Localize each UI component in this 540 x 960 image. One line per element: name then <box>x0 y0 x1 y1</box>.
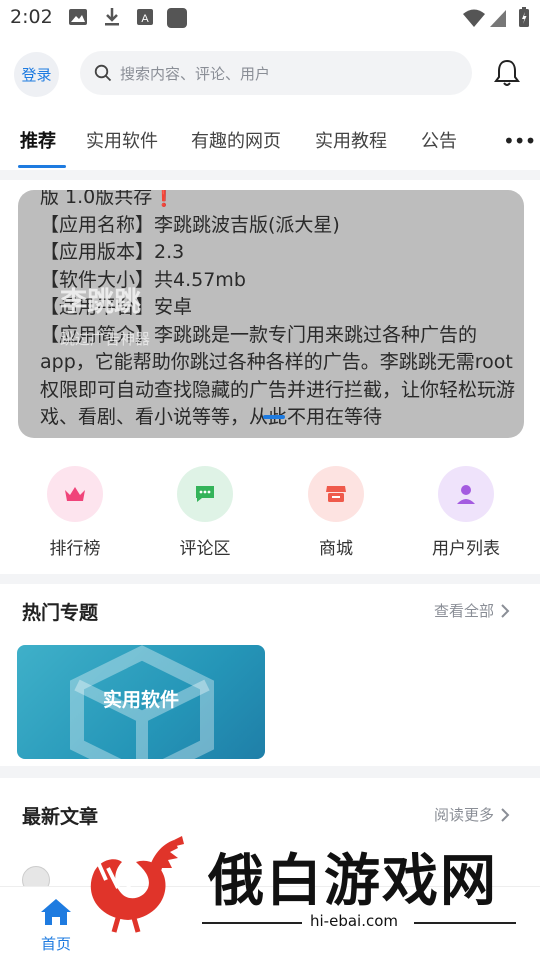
quick-action-label: 用户列表 <box>432 539 500 559</box>
active-tab-indicator <box>18 165 66 168</box>
view-all-label: 查看全部 <box>434 602 495 620</box>
users-icon-circle <box>438 466 494 522</box>
banner-line: 【应用版本】2.3 <box>40 241 185 263</box>
quick-action-label: 评论区 <box>179 539 231 559</box>
user-icon <box>457 485 475 504</box>
crown-icon <box>65 487 85 501</box>
quick-action-users[interactable]: 用户列表 <box>421 466 511 559</box>
status-time: 2:02 <box>10 6 53 28</box>
search-icon <box>94 64 112 82</box>
divider <box>0 574 540 584</box>
battery-icon <box>519 7 529 27</box>
download-icon <box>105 8 119 26</box>
banner-title: 李跳跳 <box>60 287 141 318</box>
warning-icon: ❗ <box>152 190 176 208</box>
banner-subtitle: 跳过广告神器 <box>60 330 151 348</box>
tab-tutorials[interactable]: 实用教程 <box>315 127 387 153</box>
login-button[interactable]: 登录 <box>14 52 59 97</box>
divider <box>0 170 540 180</box>
signal-icon <box>490 10 506 27</box>
comments-icon-circle <box>177 466 233 522</box>
ranking-icon-circle <box>47 466 103 522</box>
watermark-divider <box>414 922 516 924</box>
shop-icon-circle <box>308 466 364 522</box>
nav-home[interactable]: 首页 <box>30 897 82 954</box>
read-more-label: 阅读更多 <box>434 806 495 824</box>
home-icon <box>41 899 71 925</box>
status-bar: 2:02 A <box>0 0 540 38</box>
app-icon <box>167 8 187 28</box>
search-placeholder: 搜索内容、评论、用户 <box>120 64 271 83</box>
topic-card-label: 实用软件 <box>102 689 179 711</box>
hot-topics-title: 热门专题 <box>22 602 99 624</box>
watermark-divider <box>202 922 302 924</box>
divider <box>0 766 540 778</box>
quick-action-label: 商城 <box>319 539 353 559</box>
chevron-right-icon <box>501 807 510 822</box>
tab-announcements[interactable]: 公告 <box>421 127 457 153</box>
wifi-icon <box>463 9 485 27</box>
tab-recommend[interactable]: 推荐 <box>20 127 56 153</box>
svg-text:A: A <box>141 13 149 25</box>
nav-home-label: 首页 <box>40 935 71 953</box>
banner-carousel[interactable]: 版 1.0版共存❗ 【应用名称】李跳跳波吉版(派大星) 【应用版本】2.3 【软… <box>18 190 524 438</box>
quick-action-ranking[interactable]: 排行榜 <box>30 466 120 559</box>
tab-useful-software[interactable]: 实用软件 <box>86 127 158 153</box>
chevron-right-icon <box>501 603 510 618</box>
banner-line: 版 1.0版共存 <box>40 190 153 208</box>
category-tabs: 推荐 实用软件 有趣的网页 实用教程 公告 ••• <box>0 115 540 168</box>
search-bar[interactable]: 搜索内容、评论、用户 <box>80 51 472 95</box>
tab-fun-webpages[interactable]: 有趣的网页 <box>191 127 281 153</box>
rooster-logo-icon <box>90 836 184 933</box>
watermark-url: hi-ebai.com <box>310 912 399 930</box>
quick-action-label: 排行榜 <box>49 539 101 559</box>
carousel-indicator <box>263 415 285 419</box>
view-all-link[interactable]: 查看全部 <box>434 600 510 621</box>
topic-card[interactable]: 实用软件 <box>17 645 265 759</box>
shop-icon <box>326 486 346 502</box>
banner-line: 【应用名称】李跳跳波吉版(派大星) <box>40 213 340 236</box>
image-icon <box>69 9 87 25</box>
more-tabs-icon[interactable]: ••• <box>503 129 536 153</box>
read-more-link[interactable]: 阅读更多 <box>434 804 510 825</box>
chat-icon <box>196 486 214 502</box>
watermark: 俄白游戏网 hi-ebai.com <box>78 832 540 942</box>
quick-action-shop[interactable]: 商城 <box>291 466 381 559</box>
watermark-text: 俄白游戏网 <box>208 848 498 914</box>
quick-action-comments[interactable]: 评论区 <box>160 466 250 559</box>
bell-icon[interactable] <box>494 58 520 88</box>
font-icon: A <box>137 9 153 25</box>
latest-articles-title: 最新文章 <box>22 806 99 828</box>
